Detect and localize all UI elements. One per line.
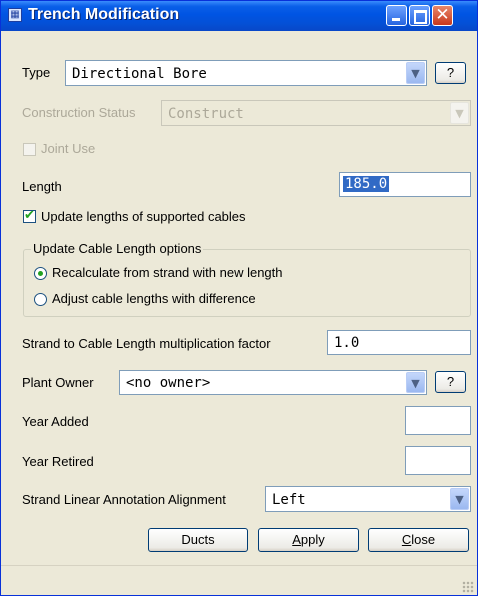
apply-mnemonic: A <box>292 532 301 547</box>
checkmark-icon: ✔ <box>24 208 35 223</box>
trench-modification-dialog: ▦ Trench Modification ✕ Type Directional… <box>0 0 478 596</box>
maximize-button[interactable] <box>409 5 430 26</box>
plant-owner-value: <no owner> <box>126 375 211 391</box>
plant-owner-select[interactable]: <no owner> ▼ <box>119 370 427 395</box>
joint-use-checkbox[interactable] <box>23 143 36 156</box>
close-window-button[interactable]: ✕ <box>432 5 453 26</box>
recalculate-radio[interactable] <box>34 267 47 280</box>
plant-owner-dropdown-button[interactable]: ▼ <box>406 372 425 393</box>
window-icon: ▦ <box>8 8 22 22</box>
chevron-down-icon: ▼ <box>455 107 464 120</box>
annotation-alignment-select[interactable]: Left ▼ <box>265 486 471 512</box>
resize-grip[interactable] <box>462 581 474 593</box>
update-lengths-label: Update lengths of supported cables <box>41 209 246 224</box>
chevron-down-icon: ▼ <box>411 377 420 390</box>
close-button[interactable]: Close <box>368 528 469 552</box>
chevron-down-icon: ▼ <box>411 67 420 80</box>
year-retired-label: Year Retired <box>22 454 94 469</box>
construction-status-dropdown-button[interactable]: ▼ <box>450 102 469 124</box>
length-label: Length <box>22 179 62 194</box>
radio-selected-dot <box>38 271 43 276</box>
adjust-difference-radio[interactable] <box>34 293 47 306</box>
cable-length-options-group <box>23 249 471 317</box>
adjust-difference-label: Adjust cable lengths with difference <box>52 291 256 306</box>
close-icon: ✕ <box>435 5 450 25</box>
multiplication-factor-value: 1.0 <box>334 335 360 351</box>
update-lengths-checkbox[interactable]: ✔ <box>23 208 36 223</box>
chevron-down-icon: ▼ <box>455 493 464 506</box>
minimize-icon <box>392 18 400 21</box>
annotation-alignment-label: Strand Linear Annotation Alignment <box>22 492 226 507</box>
length-input[interactable]: 185.0 <box>339 172 471 197</box>
type-label: Type <box>22 65 51 80</box>
plant-owner-help-button[interactable]: ? <box>435 371 466 393</box>
type-select[interactable]: Directional Bore ▼ <box>65 60 427 86</box>
apply-button[interactable]: Apply <box>258 528 359 552</box>
close-mnemonic: C <box>401 532 412 547</box>
cable-length-options-label: Update Cable Length options <box>31 241 204 256</box>
plant-owner-label: Plant Owner <box>22 375 94 390</box>
year-retired-input[interactable] <box>405 446 471 475</box>
multiplication-factor-input[interactable]: 1.0 <box>327 330 471 355</box>
recalculate-label: Recalculate from strand with new length <box>52 265 283 280</box>
annotation-alignment-value: Left <box>272 492 306 508</box>
close-label: lose <box>411 532 436 547</box>
multiplication-factor-label: Strand to Cable Length multiplication fa… <box>22 336 271 351</box>
status-bar <box>1 565 477 595</box>
title-bar[interactable]: ▦ Trench Modification ✕ <box>1 1 477 31</box>
construction-status-value: Construct <box>168 106 244 122</box>
maximize-icon <box>414 10 427 24</box>
type-help-button[interactable]: ? <box>435 62 466 84</box>
apply-label: pply <box>300 532 325 547</box>
year-added-label: Year Added <box>22 414 89 429</box>
joint-use-label: Joint Use <box>41 141 96 156</box>
construction-status-label: Construction Status <box>22 105 136 120</box>
construction-status-select[interactable]: Construct ▼ <box>161 100 471 126</box>
annotation-alignment-dropdown-button[interactable]: ▼ <box>450 488 469 510</box>
ducts-button[interactable]: Ducts <box>148 528 248 552</box>
type-dropdown-button[interactable]: ▼ <box>406 62 425 84</box>
window-title: Trench Modification <box>28 6 180 23</box>
type-value: Directional Bore <box>72 66 207 82</box>
minimize-button[interactable] <box>386 5 407 26</box>
length-value: 185.0 <box>343 176 390 192</box>
year-added-input[interactable] <box>405 406 471 435</box>
